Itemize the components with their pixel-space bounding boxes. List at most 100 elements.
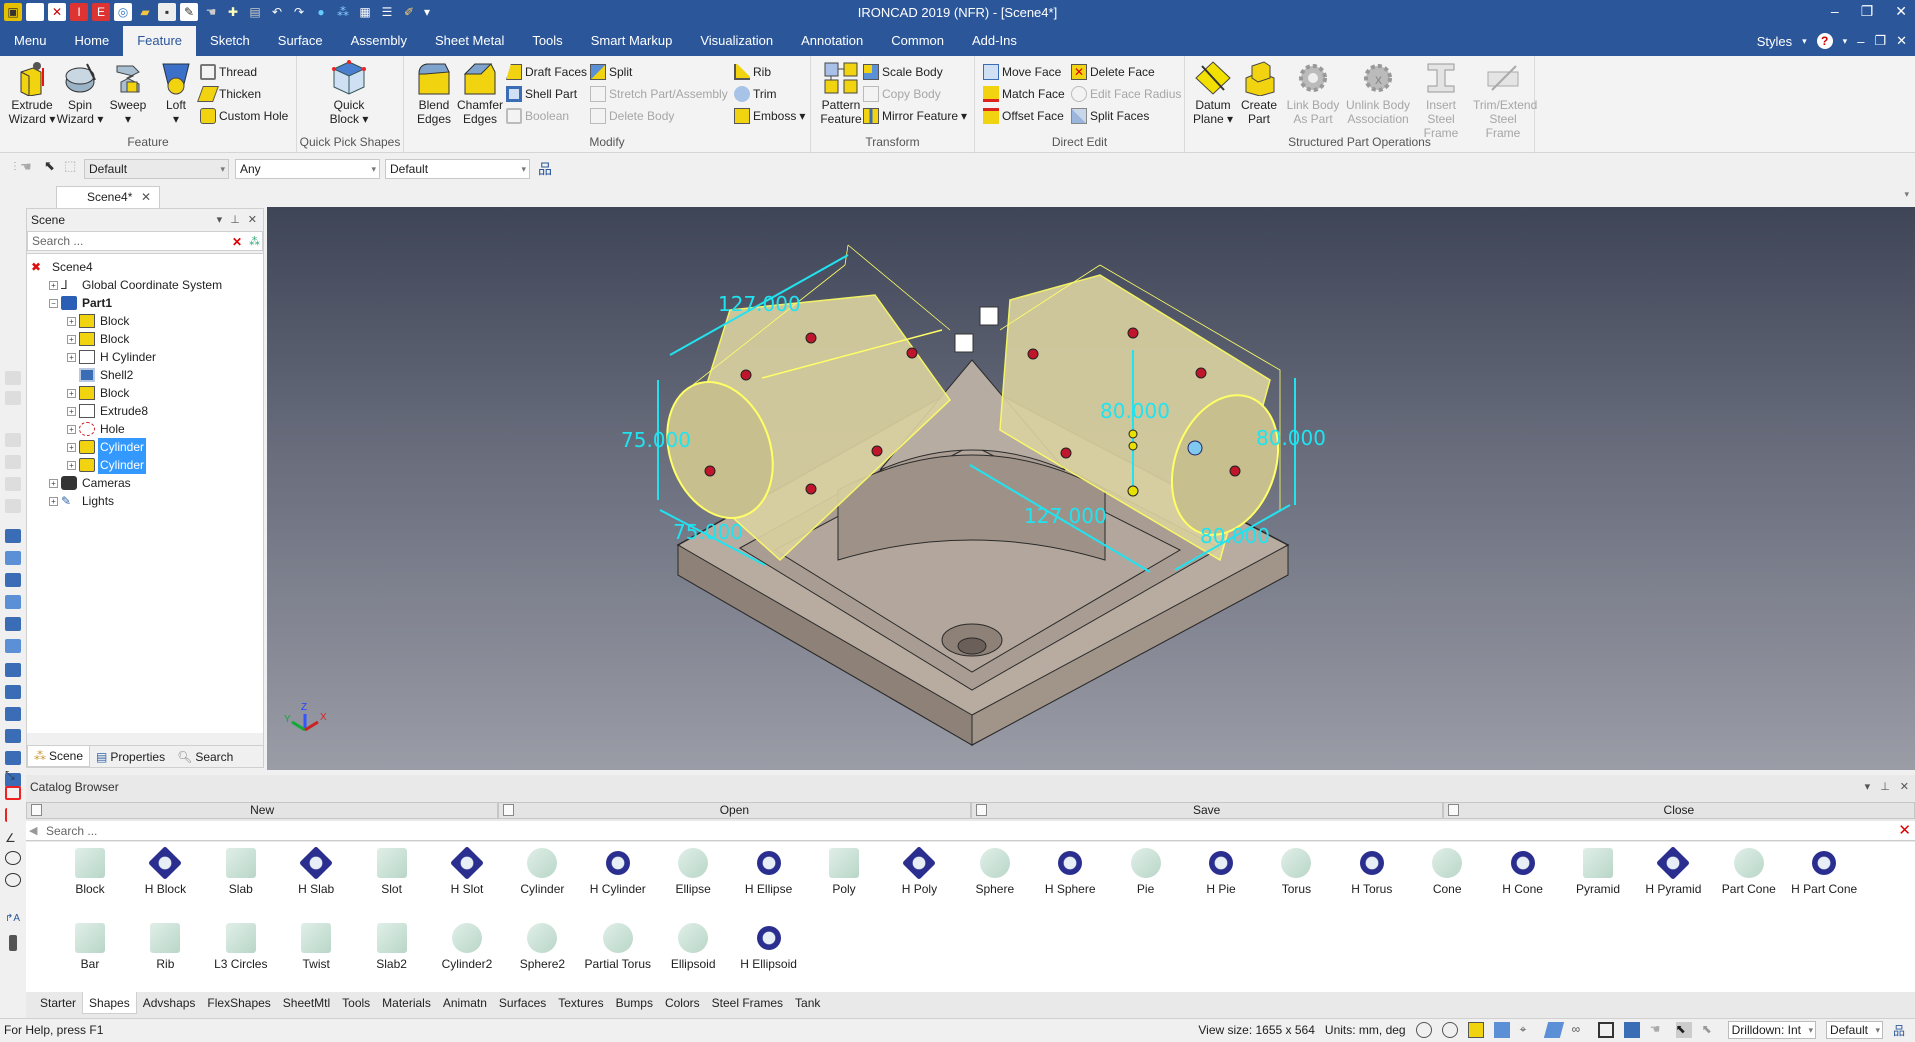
link-body-button[interactable]: Link Body As Part [1283, 60, 1343, 126]
view-tool-icon-3[interactable] [5, 433, 21, 447]
doc-tab-close-icon[interactable]: ✕ [141, 187, 151, 207]
catalog-item[interactable]: H Slot [429, 846, 505, 896]
expand-icon[interactable]: + [67, 334, 76, 344]
catalog-item[interactable]: H Cylinder [580, 846, 656, 896]
view-cube-icon-8[interactable] [5, 685, 21, 699]
quick-block-button[interactable]: Quick Block ▾ [325, 60, 373, 126]
view-cube-icon-4[interactable] [5, 595, 21, 609]
annotation-icon[interactable]: ↱A [5, 913, 21, 927]
doc-close-icon[interactable]: ✕ [1896, 33, 1907, 49]
selection-style-combo[interactable]: Default ▾ [385, 159, 530, 179]
tree-node[interactable]: + Block [67, 330, 131, 348]
copy-body-button[interactable]: Copy Body [863, 84, 941, 104]
catalog-item[interactable]: H Slab [278, 846, 354, 896]
catalog-item[interactable]: Pie [1108, 848, 1184, 896]
catalog-item[interactable]: Poly [806, 848, 882, 896]
expand-icon[interactable]: + [67, 352, 76, 362]
tree-node[interactable]: + Block [67, 384, 131, 402]
render-mode-icon[interactable] [1493, 1022, 1510, 1038]
tree-node[interactable]: + ✎ Lights [49, 492, 116, 510]
catalog-item[interactable]: H Poly [881, 846, 957, 896]
catalog-tab[interactable]: SheetMtl [277, 992, 336, 1014]
catalog-item[interactable]: L3 Circles [203, 923, 279, 971]
catalog-item[interactable]: Torus [1258, 848, 1334, 896]
tree-filter-icon[interactable]: ⁂ [249, 233, 260, 251]
catalog-item[interactable]: Sphere2 [504, 923, 580, 971]
catalog-item[interactable]: Twist [278, 923, 354, 971]
catalog-item[interactable]: Rib [127, 923, 203, 971]
catalog-open-button[interactable]: Open [498, 802, 971, 819]
view-tool-icon-2[interactable] [5, 391, 21, 405]
pane-tab-scene[interactable]: ⁂ Scene [27, 746, 91, 767]
expand-icon[interactable]: + [49, 478, 58, 488]
tab-menu[interactable]: Menu [0, 26, 61, 56]
select-pointer-icon[interactable]: ⬉ [44, 158, 55, 174]
catalog-item[interactable]: H Ellipsoid [731, 921, 807, 971]
extrude-wizard-button[interactable]: Extrude Wizard ▾ [8, 60, 56, 126]
glasses-icon[interactable]: ∞ [1572, 1022, 1588, 1038]
pane-tab-properties[interactable]: ▤ Properties [90, 746, 171, 767]
catalog-pin-icon[interactable]: ⊥ [1880, 775, 1890, 799]
catalog-item[interactable]: Bar [52, 923, 128, 971]
tree-node[interactable]: + Cameras [49, 474, 133, 492]
catalog-item[interactable]: H Pie [1183, 846, 1259, 896]
shading-icon[interactable] [1543, 1022, 1564, 1038]
tab-surface[interactable]: Surface [264, 26, 337, 56]
boolean-button[interactable]: Boolean [506, 106, 569, 126]
catalog-tab[interactable]: Animatn [437, 992, 493, 1014]
catalog-item[interactable]: Ellipsoid [655, 923, 731, 971]
scroll-handle-icon[interactable] [9, 935, 17, 951]
delete-body-button[interactable]: Delete Body [590, 106, 674, 126]
collapse-icon[interactable]: − [49, 298, 58, 308]
tab-sketch[interactable]: Sketch [196, 26, 264, 56]
catalog-item[interactable]: H Part Cone [1786, 846, 1862, 896]
measure-horizontal-icon[interactable] [5, 786, 21, 800]
doc-tab-scene4[interactable]: Scene4* ✕ [56, 186, 160, 208]
tab-add-ins[interactable]: Add-Ins [958, 26, 1031, 56]
tab-tools[interactable]: Tools [518, 26, 576, 56]
add-part-icon[interactable] [1467, 1022, 1484, 1038]
measure-diameter-icon[interactable] [5, 873, 21, 887]
pattern-feature-button[interactable]: Pattern Feature [817, 60, 865, 126]
view-cube-icon-6[interactable] [5, 639, 21, 653]
pane-menu-icon[interactable]: ▾ [217, 209, 223, 231]
catalog-tab[interactable]: Advshaps [137, 992, 202, 1014]
view-tool-icon-1[interactable] [5, 371, 21, 385]
thread-button[interactable]: Thread [200, 62, 257, 82]
catalog-tab[interactable]: Surfaces [493, 992, 552, 1014]
blend-edges-button[interactable]: Blend Edges [410, 60, 458, 126]
measure-distance-icon[interactable]: ⤡ [5, 768, 21, 782]
view-cube-icon-3[interactable] [5, 573, 21, 587]
mirror-feature-button[interactable]: Mirror Feature ▾ [863, 106, 967, 126]
tree-node[interactable]: Shell2 [67, 366, 135, 384]
expand-icon[interactable]: + [67, 316, 76, 326]
catalog-item[interactable]: Cone [1409, 848, 1485, 896]
catalog-item[interactable]: H Sphere [1032, 846, 1108, 896]
catalog-item[interactable]: Cylinder2 [429, 923, 505, 971]
tree-node[interactable]: + Extrude8 [67, 402, 150, 420]
create-part-button[interactable]: Create Part [1235, 60, 1283, 126]
catalog-tab[interactable]: Starter [34, 992, 82, 1014]
catalog-tab[interactable]: Bumps [610, 992, 659, 1014]
tree-node[interactable]: + ⅃ Global Coordinate System [49, 276, 224, 294]
view-tool-icon-5[interactable] [5, 477, 21, 491]
box-view-icon[interactable] [1597, 1022, 1614, 1038]
view-cube-icon-2[interactable] [5, 551, 21, 565]
camera-icon[interactable]: ⌖ [1520, 1022, 1536, 1038]
view-cube-icon-11[interactable] [5, 751, 21, 765]
catalog-item[interactable]: H Ellipse [731, 846, 807, 896]
model-view[interactable]: 127.000 75.000 75.000 127.000 80.000 80.… [267, 207, 1915, 770]
catalog-item[interactable]: H Pyramid [1635, 846, 1711, 896]
selection-type-combo[interactable]: Any ▾ [235, 159, 380, 179]
view-cube-icon-9[interactable] [5, 707, 21, 721]
trim-extend-steel-button[interactable]: Trim/Extend Steel Frame [1473, 60, 1537, 140]
tab-sheet-metal[interactable]: Sheet Metal [421, 26, 518, 56]
custom-hole-button[interactable]: Custom Hole [200, 106, 288, 126]
draft-faces-button[interactable]: Draft Faces [506, 62, 587, 82]
catalog-tab[interactable]: Colors [659, 992, 706, 1014]
split-button[interactable]: Split [590, 62, 632, 82]
help-icon[interactable]: ? [1816, 33, 1833, 49]
chamfer-edges-button[interactable]: Chamfer Edges [456, 60, 504, 126]
expand-icon[interactable]: + [67, 442, 76, 452]
expand-icon[interactable]: + [49, 280, 58, 290]
